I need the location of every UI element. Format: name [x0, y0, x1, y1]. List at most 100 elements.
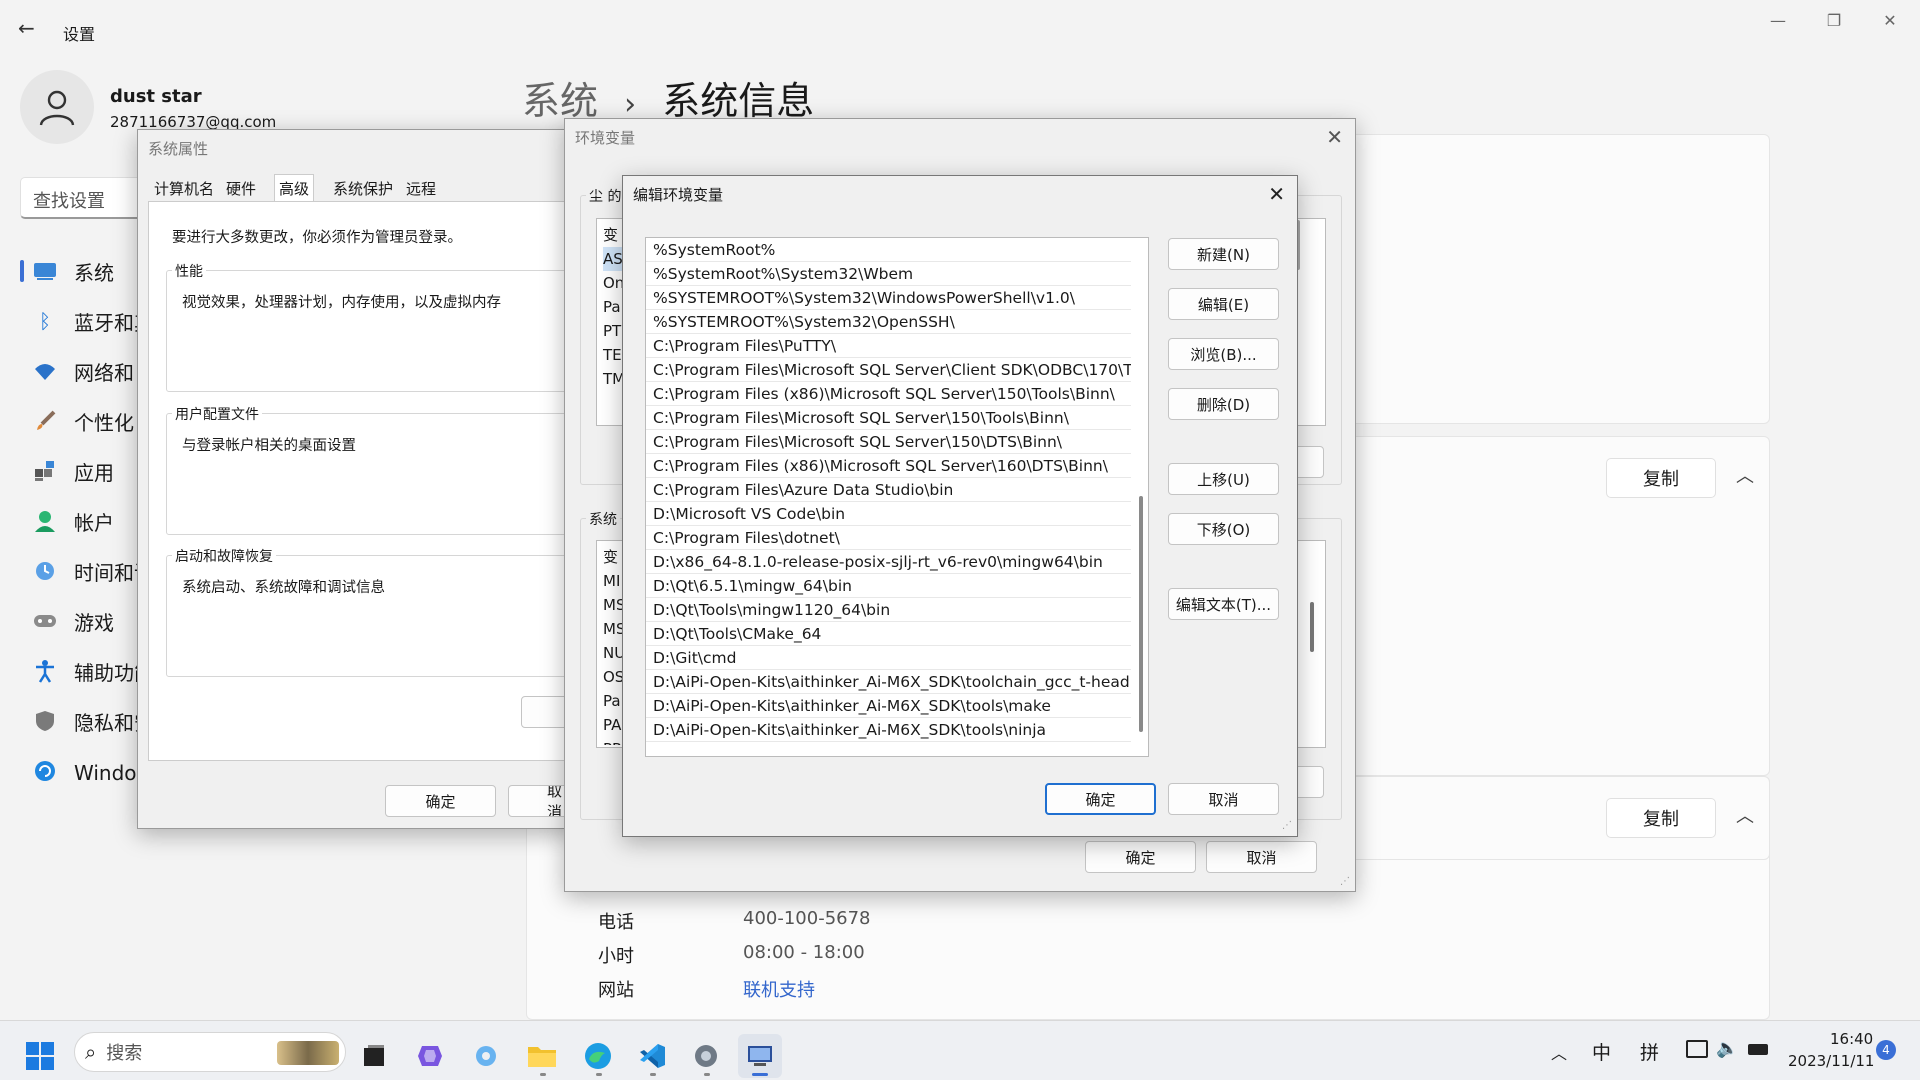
browse-button[interactable]: 浏览(B)...	[1168, 338, 1279, 370]
sidebar-item-windows-update[interactable]: Windows 更新	[20, 748, 140, 794]
resize-grip-icon[interactable]: ⋰	[1282, 820, 1292, 831]
sidebar-item-personalization[interactable]: 个性化	[20, 398, 138, 444]
collapse-chevron-icon[interactable]: ︿	[1736, 462, 1754, 488]
path-row[interactable]: D:\x86_64-8.1.0-release-posix-sjlj-rt_v6…	[646, 550, 1131, 574]
ime-language[interactable]: 中	[1592, 1038, 1611, 1065]
path-row[interactable]: D:\Microsoft VS Code\bin	[646, 502, 1131, 526]
path-row[interactable]: %SYSTEMROOT%\System32\OpenSSH\	[646, 310, 1131, 334]
path-row[interactable]: D:\AiPi-Open-Kits\aithinker_Ai-M6X_SDK\t…	[646, 694, 1131, 718]
edit-cancel-button[interactable]: 取消	[1168, 783, 1279, 815]
move-up-button[interactable]: 上移(U)	[1168, 463, 1279, 495]
computer-icon	[748, 1046, 772, 1066]
sysprops-ok-button[interactable]: 确定	[385, 785, 496, 817]
new-button[interactable]: 新建(N)	[1168, 238, 1279, 270]
support-link-website[interactable]: 联机支持	[743, 976, 815, 1002]
maximize-button[interactable]: ❐	[1806, 0, 1862, 40]
close-icon[interactable]: ✕	[1326, 125, 1343, 149]
copy-button-device[interactable]: 复制	[1606, 458, 1716, 498]
breadcrumb-parent[interactable]: 系统	[522, 79, 598, 123]
scrollbar-thumb[interactable]	[1139, 496, 1143, 732]
path-row[interactable]: D:\Qt\Tools\CMake_64	[646, 622, 1131, 646]
move-down-button[interactable]: 下移(O)	[1168, 513, 1279, 545]
path-row[interactable]: C:\Program Files (x86)\Microsoft SQL Ser…	[646, 454, 1131, 478]
sidebar-item-accessibility[interactable]: 辅助功能	[20, 648, 140, 694]
path-row[interactable]: %SYSTEMROOT%\System32\WindowsPowerShell\…	[646, 286, 1131, 310]
network-icon[interactable]	[1686, 1040, 1708, 1058]
tab-remote[interactable]: 远程	[402, 178, 440, 200]
minimize-button[interactable]: —	[1750, 0, 1806, 40]
sidebar-item-system[interactable]: 系统	[20, 248, 138, 294]
sysprops-cancel-button[interactable]: 取消	[508, 785, 568, 817]
tab-advanced[interactable]: 高级	[274, 174, 315, 202]
edit-text-button[interactable]: 编辑文本(T)...	[1168, 588, 1279, 620]
sidebar-item-time-language[interactable]: 时间和语言	[20, 548, 140, 594]
clock-date[interactable]: 2023/11/11	[1788, 1052, 1874, 1070]
search-highlight-image	[277, 1041, 339, 1065]
sidebar-item-privacy[interactable]: 隐私和安全性	[20, 698, 140, 744]
dialog-title: 系统属性	[148, 140, 209, 158]
tab-hardware[interactable]: 硬件	[222, 178, 260, 200]
resize-grip-icon[interactable]: ⋰	[1340, 876, 1350, 887]
active-indicator	[650, 1073, 656, 1076]
edge-icon	[585, 1043, 611, 1069]
task-view-button[interactable]	[352, 1034, 396, 1078]
path-row[interactable]: D:\Qt\Tools\mingw1120_64\bin	[646, 598, 1131, 622]
sidebar-item-accounts[interactable]: 帐户	[20, 498, 138, 544]
path-row[interactable]: C:\Program Files\dotnet\	[646, 526, 1131, 550]
support-value-hours: 08:00 - 18:00	[743, 942, 865, 963]
envvars-ok-button[interactable]: 确定	[1085, 841, 1196, 873]
clock-time[interactable]: 16:40	[1830, 1030, 1873, 1048]
collapse-chevron-icon[interactable]: ︿	[1736, 802, 1754, 828]
copy-button-support[interactable]: 复制	[1606, 798, 1716, 838]
tab-computer-name[interactable]: 计算机名	[150, 178, 218, 200]
edit-ok-button[interactable]: 确定	[1045, 783, 1156, 815]
path-row[interactable]: %SystemRoot%\System32\Wbem	[646, 262, 1131, 286]
sidebar-item-network[interactable]: 网络和 Internet	[20, 348, 140, 394]
path-row[interactable]: D:\AiPi-Open-Kits\aithinker_Ai-M6X_SDK\t…	[646, 718, 1131, 742]
path-row[interactable]: C:\Program Files\Azure Data Studio\bin	[646, 478, 1131, 502]
path-row[interactable]: %SystemRoot%	[646, 238, 1131, 262]
path-row[interactable]: D:\Git\cmd	[646, 646, 1131, 670]
chevron-up-icon[interactable]: ︿	[1551, 1040, 1567, 1064]
user-vars-title: 尘 的	[586, 186, 625, 206]
delete-button[interactable]: 删除(D)	[1168, 388, 1279, 420]
path-row[interactable]: C:\Program Files\Microsoft SQL Server\Cl…	[646, 358, 1131, 382]
path-row[interactable]: C:\Program Files\Microsoft SQL Server\15…	[646, 406, 1131, 430]
notification-badge[interactable]: 4	[1876, 1040, 1896, 1060]
widget-app-button[interactable]	[464, 1034, 508, 1078]
start-button[interactable]	[18, 1034, 62, 1078]
sidebar-item-bluetooth[interactable]: ᛒ蓝牙和其他设备	[20, 298, 140, 344]
close-button[interactable]: ✕	[1862, 0, 1918, 40]
path-row[interactable]: D:\AiPi-Open-Kits\aithinker_Ai-M6X_SDK\t…	[646, 670, 1131, 694]
active-indicator	[752, 1073, 768, 1076]
path-list-scrollbar[interactable]	[1136, 238, 1148, 756]
vscode-button[interactable]	[630, 1034, 674, 1078]
taskbar-search[interactable]: ⌕ 搜索	[74, 1032, 346, 1072]
envvars-cancel-button[interactable]: 取消	[1206, 841, 1317, 873]
path-row[interactable]: C:\Program Files\Microsoft SQL Server\15…	[646, 430, 1131, 454]
system-properties-app-button[interactable]	[738, 1034, 782, 1078]
edit-button[interactable]: 编辑(E)	[1168, 288, 1279, 320]
task-view-icon	[364, 1045, 384, 1066]
admin-note: 要进行大多数更改，你必须作为管理员登录。	[172, 230, 462, 246]
sidebar-item-apps[interactable]: 应用	[20, 448, 138, 494]
file-explorer-button[interactable]	[520, 1034, 564, 1078]
ime-mode[interactable]: 拼	[1640, 1038, 1659, 1065]
battery-icon[interactable]	[1748, 1044, 1768, 1055]
path-row[interactable]: C:\Program Files\PuTTY\	[646, 334, 1131, 358]
volume-icon[interactable]: 🔈	[1716, 1038, 1738, 1059]
account-icon	[32, 508, 58, 534]
settings-app-button[interactable]	[684, 1034, 728, 1078]
performance-group	[166, 270, 586, 392]
user-profile-group	[166, 413, 586, 535]
edge-button[interactable]	[576, 1034, 620, 1078]
copilot-button[interactable]	[408, 1034, 452, 1078]
path-row[interactable]: D:\Qt\6.5.1\mingw_64\bin	[646, 574, 1131, 598]
sidebar-item-gaming[interactable]: 游戏	[20, 598, 138, 644]
path-list[interactable]: %SystemRoot% %SystemRoot%\System32\Wbem %S…	[645, 237, 1149, 757]
tab-system-protection[interactable]: 系统保护	[329, 178, 397, 200]
system-vars-scrollbar[interactable]	[1310, 602, 1314, 652]
update-icon	[32, 758, 58, 784]
path-row[interactable]: C:\Program Files (x86)\Microsoft SQL Ser…	[646, 382, 1131, 406]
close-icon[interactable]: ✕	[1268, 182, 1285, 206]
